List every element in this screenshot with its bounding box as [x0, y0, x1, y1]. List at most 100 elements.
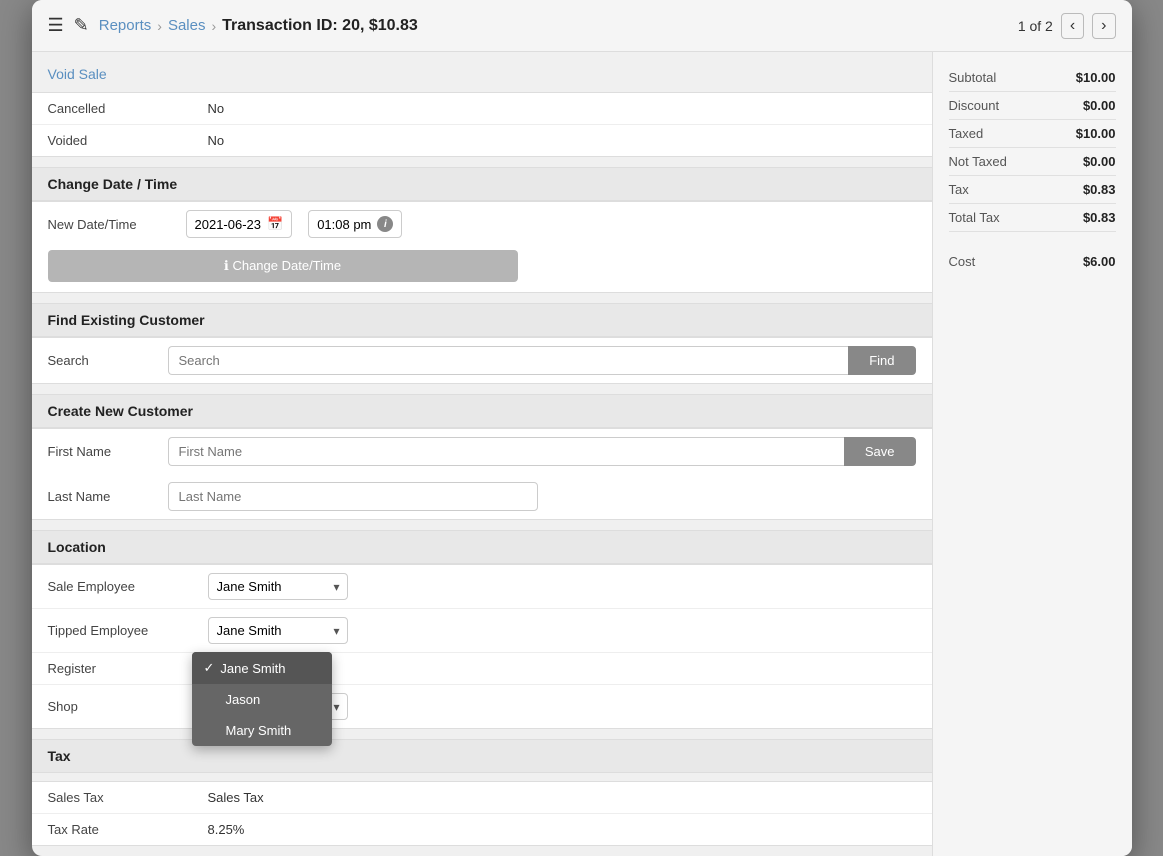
menu-icon[interactable]: ☰	[48, 15, 64, 36]
last-name-row: Last Name	[32, 474, 932, 519]
sales-tax-row: Sales Tax Sales Tax	[32, 782, 932, 814]
tax-value: $0.83	[1083, 182, 1116, 197]
calendar-icon[interactable]: 📅	[267, 216, 283, 232]
tax-section: Sales Tax Sales Tax Tax Rate 8.25%	[32, 781, 932, 846]
subtotal-label: Subtotal	[949, 70, 997, 85]
sale-employee-select-wrapper: Jane Smith Jason Mary Smith	[208, 573, 348, 600]
voided-row: Voided No	[32, 125, 932, 156]
change-date-header: Change Date / Time	[32, 167, 932, 201]
total-tax-value: $0.83	[1083, 210, 1116, 225]
breadcrumb-reports[interactable]: Reports	[99, 17, 152, 34]
cancelled-value: No	[208, 101, 225, 116]
tipped-employee-dropdown: ✓ Jane Smith Jason Mary Smith	[192, 652, 332, 746]
not-taxed-value: $0.00	[1083, 154, 1116, 169]
check-icon: ✓	[204, 660, 215, 676]
create-customer-header: Create New Customer	[32, 394, 932, 428]
prev-button[interactable]: ‹	[1061, 13, 1084, 39]
subtotal-row: Subtotal $10.00	[949, 64, 1116, 92]
tax-rate-label: Tax Rate	[48, 822, 208, 837]
first-name-label: First Name	[48, 444, 168, 459]
breadcrumb-sales[interactable]: Sales	[168, 17, 206, 34]
date-input[interactable]: 2021-06-23 📅	[186, 210, 293, 238]
total-tax-row: Total Tax $0.83	[949, 204, 1116, 232]
header: ☰ ✎ Reports › Sales › Transaction ID: 20…	[32, 0, 1132, 52]
sale-employee-select[interactable]: Jane Smith Jason Mary Smith	[208, 573, 348, 600]
dropdown-mary-label: Mary Smith	[226, 723, 292, 738]
time-input[interactable]: 01:08 pm i	[308, 210, 402, 238]
sales-tax-value: Sales Tax	[208, 790, 264, 805]
sale-employee-row: Sale Employee Jane Smith Jason Mary Smit…	[32, 565, 932, 609]
last-name-label: Last Name	[48, 489, 168, 504]
register-row: Register	[32, 653, 932, 685]
first-name-row: First Name Save	[32, 429, 932, 474]
tipped-employee-select[interactable]: Jane Smith Jason Mary Smith	[208, 617, 348, 644]
sale-employee-label: Sale Employee	[48, 579, 208, 594]
cancelled-row: Cancelled No	[32, 93, 932, 125]
register-label: Register	[48, 661, 208, 676]
new-datetime-label: New Date/Time	[48, 217, 178, 232]
time-value: 01:08 pm	[317, 217, 371, 232]
change-date-section: New Date/Time 2021-06-23 📅 01:08 pm i ℹ …	[32, 201, 932, 293]
dropdown-item-mary[interactable]: Mary Smith	[192, 715, 332, 746]
logo-icon: ✎	[74, 15, 89, 36]
tipped-employee-row: Tipped Employee Jane Smith Jason Mary Sm…	[32, 609, 932, 653]
total-tax-label: Total Tax	[949, 210, 1000, 225]
cancelled-label: Cancelled	[48, 101, 208, 116]
dropdown-jane-label: Jane Smith	[220, 661, 285, 676]
app-window: ☰ ✎ Reports › Sales › Transaction ID: 20…	[32, 0, 1132, 856]
not-taxed-row: Not Taxed $0.00	[949, 148, 1116, 176]
sales-tax-label: Sales Tax	[48, 790, 208, 805]
shop-row: Shop Gameporium	[32, 685, 932, 728]
dropdown-item-jason[interactable]: Jason	[192, 684, 332, 715]
pagination: 1 of 2 ‹ ›	[1018, 13, 1116, 39]
search-input[interactable]	[168, 346, 849, 375]
discount-value: $0.00	[1083, 98, 1116, 113]
cost-row: Cost $6.00	[949, 248, 1116, 275]
pagination-label: 1 of 2	[1018, 18, 1053, 34]
breadcrumb-sep-1: ›	[157, 18, 162, 34]
date-value: 2021-06-23	[195, 217, 262, 232]
tax-header: Tax	[32, 739, 932, 773]
find-button[interactable]: Find	[848, 346, 915, 375]
tax-rate-row: Tax Rate 8.25%	[32, 814, 932, 845]
tipped-employee-select-wrapper: Jane Smith Jason Mary Smith	[208, 617, 348, 644]
breadcrumb-current: Transaction ID: 20, $10.83	[222, 17, 418, 35]
tax-row: Tax $0.83	[949, 176, 1116, 204]
datetime-row: New Date/Time 2021-06-23 📅 01:08 pm i	[32, 202, 932, 246]
taxed-label: Taxed	[949, 126, 984, 141]
tipped-employee-label: Tipped Employee	[48, 623, 208, 638]
cost-label: Cost	[949, 254, 976, 269]
time-info-icon[interactable]: i	[377, 216, 393, 232]
tax-rate-value: 8.25%	[208, 822, 245, 837]
change-datetime-button[interactable]: ℹ Change Date/Time	[48, 250, 518, 282]
last-name-input[interactable]	[168, 482, 538, 511]
void-sale-link[interactable]: Void Sale	[48, 66, 107, 82]
breadcrumb-sep-2: ›	[211, 18, 216, 34]
voided-label: Voided	[48, 133, 208, 148]
main-content: Void Sale Cancelled No Voided No Change …	[32, 52, 1132, 856]
search-label: Search	[48, 353, 168, 368]
save-button[interactable]: Save	[844, 437, 916, 466]
tax-label: Tax	[949, 182, 969, 197]
next-button[interactable]: ›	[1092, 13, 1115, 39]
taxed-row: Taxed $10.00	[949, 120, 1116, 148]
cost-value: $6.00	[1083, 254, 1116, 269]
search-row: Search Find	[32, 338, 932, 383]
subtotal-value: $10.00	[1076, 70, 1116, 85]
not-taxed-label: Not Taxed	[949, 154, 1007, 169]
discount-row: Discount $0.00	[949, 92, 1116, 120]
discount-label: Discount	[949, 98, 1000, 113]
find-customer-section: Search Find	[32, 337, 932, 384]
void-sale-link-area: Void Sale	[32, 62, 932, 92]
first-name-input[interactable]	[168, 437, 844, 466]
content-area: Void Sale Cancelled No Voided No Change …	[32, 52, 932, 856]
breadcrumb: Reports › Sales › Transaction ID: 20, $1…	[99, 17, 418, 35]
shop-label: Shop	[48, 699, 208, 714]
basic-fields-section: Cancelled No Voided No	[32, 92, 932, 157]
find-customer-header: Find Existing Customer	[32, 303, 932, 337]
voided-value: No	[208, 133, 225, 148]
location-header: Location	[32, 530, 932, 564]
create-customer-section: First Name Save Last Name	[32, 428, 932, 520]
dropdown-item-jane[interactable]: ✓ Jane Smith	[192, 652, 332, 684]
taxed-value: $10.00	[1076, 126, 1116, 141]
